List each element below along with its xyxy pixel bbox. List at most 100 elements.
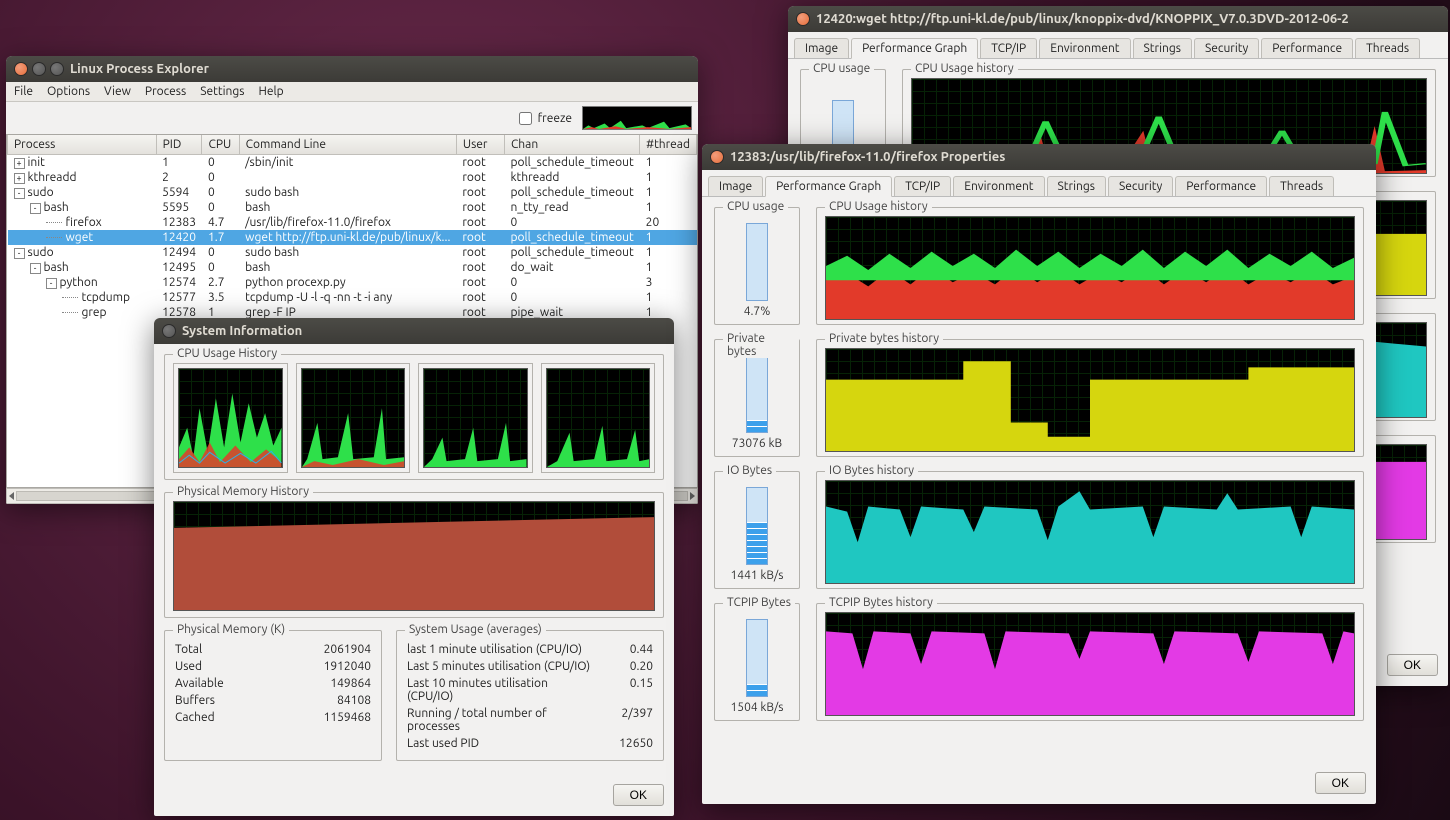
tab-environment[interactable]: Environment [953,176,1044,196]
stat-label: Cached [175,711,262,724]
table-row[interactable]: +kthreadd20rootkthreadd1 [8,170,697,185]
titlebar-explorer[interactable]: Linux Process Explorer [6,56,698,82]
table-row[interactable]: -bash124950bashrootdo_wait1 [8,260,697,275]
io-value: 1441 kB/s [731,569,784,582]
window-firefox-properties[interactable]: 12383:/usr/lib/firefox-11.0/firefox Prop… [702,144,1376,804]
window-title: System Information [182,324,302,338]
tab-strings[interactable]: Strings [1047,176,1106,196]
table-row[interactable]: +init10/sbin/initrootpoll_schedule_timeo… [8,155,697,171]
tree-expander-icon[interactable]: - [14,188,25,199]
table-row[interactable]: tcpdump125773.5tcpdump -U -l -q -nn -t -… [8,290,697,305]
stat-value: 149864 [286,677,371,690]
window-title: 12420:wget http://ftp.uni-kl.de/pub/linu… [816,12,1349,26]
close-icon[interactable] [14,62,28,76]
tab-tcpip[interactable]: TCP/IP [894,176,951,196]
menu-options[interactable]: Options [47,85,90,98]
freeze-bar: freeze [6,102,698,134]
table-row[interactable]: wget124201.7wget http://ftp.uni-kl.de/pu… [8,230,697,245]
tabs-firefox: Image Performance Graph TCP/IP Environme… [702,170,1376,197]
titlebar-firefox[interactable]: 12383:/usr/lib/firefox-11.0/firefox Prop… [702,144,1376,170]
stat-value: 0.15 [619,677,653,703]
menu-process[interactable]: Process [145,85,186,98]
col-thread[interactable]: #thread [640,135,697,155]
tab-environment[interactable]: Environment [1039,38,1130,58]
tab-image[interactable]: Image [794,38,849,58]
process-name: sudo [28,186,54,199]
scroll-left-icon[interactable] [9,492,14,500]
menu-settings[interactable]: Settings [200,85,244,98]
stat-label: Buffers [175,694,262,707]
tab-tcpip[interactable]: TCP/IP [980,38,1037,58]
stat-label: last 1 minute utilisation (CPU/IO) [407,643,595,656]
table-row[interactable]: -sudo124940sudo bashrootpoll_schedule_ti… [8,245,697,260]
titlebar-sysinfo[interactable]: System Information [154,318,674,344]
tree-expander-icon[interactable]: - [30,203,41,214]
cpu-meter: 4.7% [723,216,791,318]
table-row[interactable]: -bash55950bashrootn_tty_read1 [8,200,697,215]
pb-history-label: Private bytes history [825,332,943,345]
tab-strings[interactable]: Strings [1133,38,1192,58]
cpu-core-chart [173,363,288,473]
table-row[interactable]: -python125742.7python procexp.pyroot03 [8,275,697,290]
tree-expander-icon[interactable]: + [14,158,25,169]
stat-value: 12650 [619,737,653,750]
tab-performance[interactable]: Performance [1261,38,1353,58]
close-icon[interactable] [796,12,810,26]
menu-file[interactable]: File [14,85,33,98]
window-system-information[interactable]: System Information CPU Usage History [154,318,674,816]
table-row[interactable]: firefox123834.7/usr/lib/firefox-11.0/fir… [8,215,697,230]
col-process[interactable]: Process [8,135,157,155]
physical-memory-group: Physical Memory (K) Total2061904Used1912… [164,630,382,761]
col-chan[interactable]: Chan [504,135,639,155]
table-row[interactable]: -sudo55940sudo bashrootpoll_schedule_tim… [8,185,697,200]
col-pid[interactable]: PID [156,135,202,155]
stat-value: 84108 [286,694,371,707]
ok-button[interactable]: OK [1315,772,1366,794]
tab-performance-graph[interactable]: Performance Graph [765,176,892,197]
minimize-icon[interactable] [32,62,46,76]
tcp-history-label: TCPIP Bytes history [825,596,937,609]
stat-label: Last 10 minutes utilisation (CPU/IO) [407,677,595,703]
process-name: python [60,276,98,289]
stat-value: 1159468 [286,711,371,724]
maximize-icon[interactable] [50,62,64,76]
close-icon[interactable] [162,324,176,338]
tree-expander-icon[interactable]: - [14,248,25,259]
stat-label: Total [175,643,262,656]
ok-button[interactable]: OK [1387,654,1438,676]
tab-threads[interactable]: Threads [1269,176,1334,196]
cpu-history-label: CPU Usage history [911,62,1018,75]
tree-expander-icon[interactable]: - [46,278,57,289]
physmem-legend: Physical Memory (K) [173,623,289,636]
freeze-checkbox[interactable] [519,112,532,125]
cpu-usage-label: CPU usage [723,200,788,213]
tree-expander-icon[interactable]: - [30,263,41,274]
ok-button[interactable]: OK [613,784,664,806]
process-name: wget [66,231,94,244]
tab-image[interactable]: Image [708,176,763,196]
tab-security[interactable]: Security [1194,38,1259,58]
col-cmd[interactable]: Command Line [239,135,456,155]
col-user[interactable]: User [456,135,504,155]
menu-help[interactable]: Help [258,85,283,98]
col-cpu[interactable]: CPU [202,135,239,155]
stat-value: 2061904 [286,643,371,656]
process-name: kthreadd [28,171,77,184]
tcp-value: 1504 kB/s [731,701,784,714]
tab-threads[interactable]: Threads [1355,38,1420,58]
tab-security[interactable]: Security [1108,176,1173,196]
process-name: tcpdump [82,291,131,304]
close-icon[interactable] [710,150,724,164]
scroll-right-icon[interactable] [690,492,695,500]
stat-value: 2/397 [619,707,653,733]
window-title: 12383:/usr/lib/firefox-11.0/firefox Prop… [730,150,1005,164]
titlebar-wget[interactable]: 12420:wget http://ftp.uni-kl.de/pub/linu… [788,6,1448,32]
stat-label: Running / total number of processes [407,707,595,733]
menu-view[interactable]: View [104,85,131,98]
io-meter: 1441 kB/s [723,480,791,582]
io-label: IO Bytes [723,464,776,477]
tab-performance-graph[interactable]: Performance Graph [851,38,978,59]
tree-expander-icon[interactable]: + [14,173,25,184]
tabs-wget: Image Performance Graph TCP/IP Environme… [788,32,1448,59]
tab-performance[interactable]: Performance [1175,176,1267,196]
